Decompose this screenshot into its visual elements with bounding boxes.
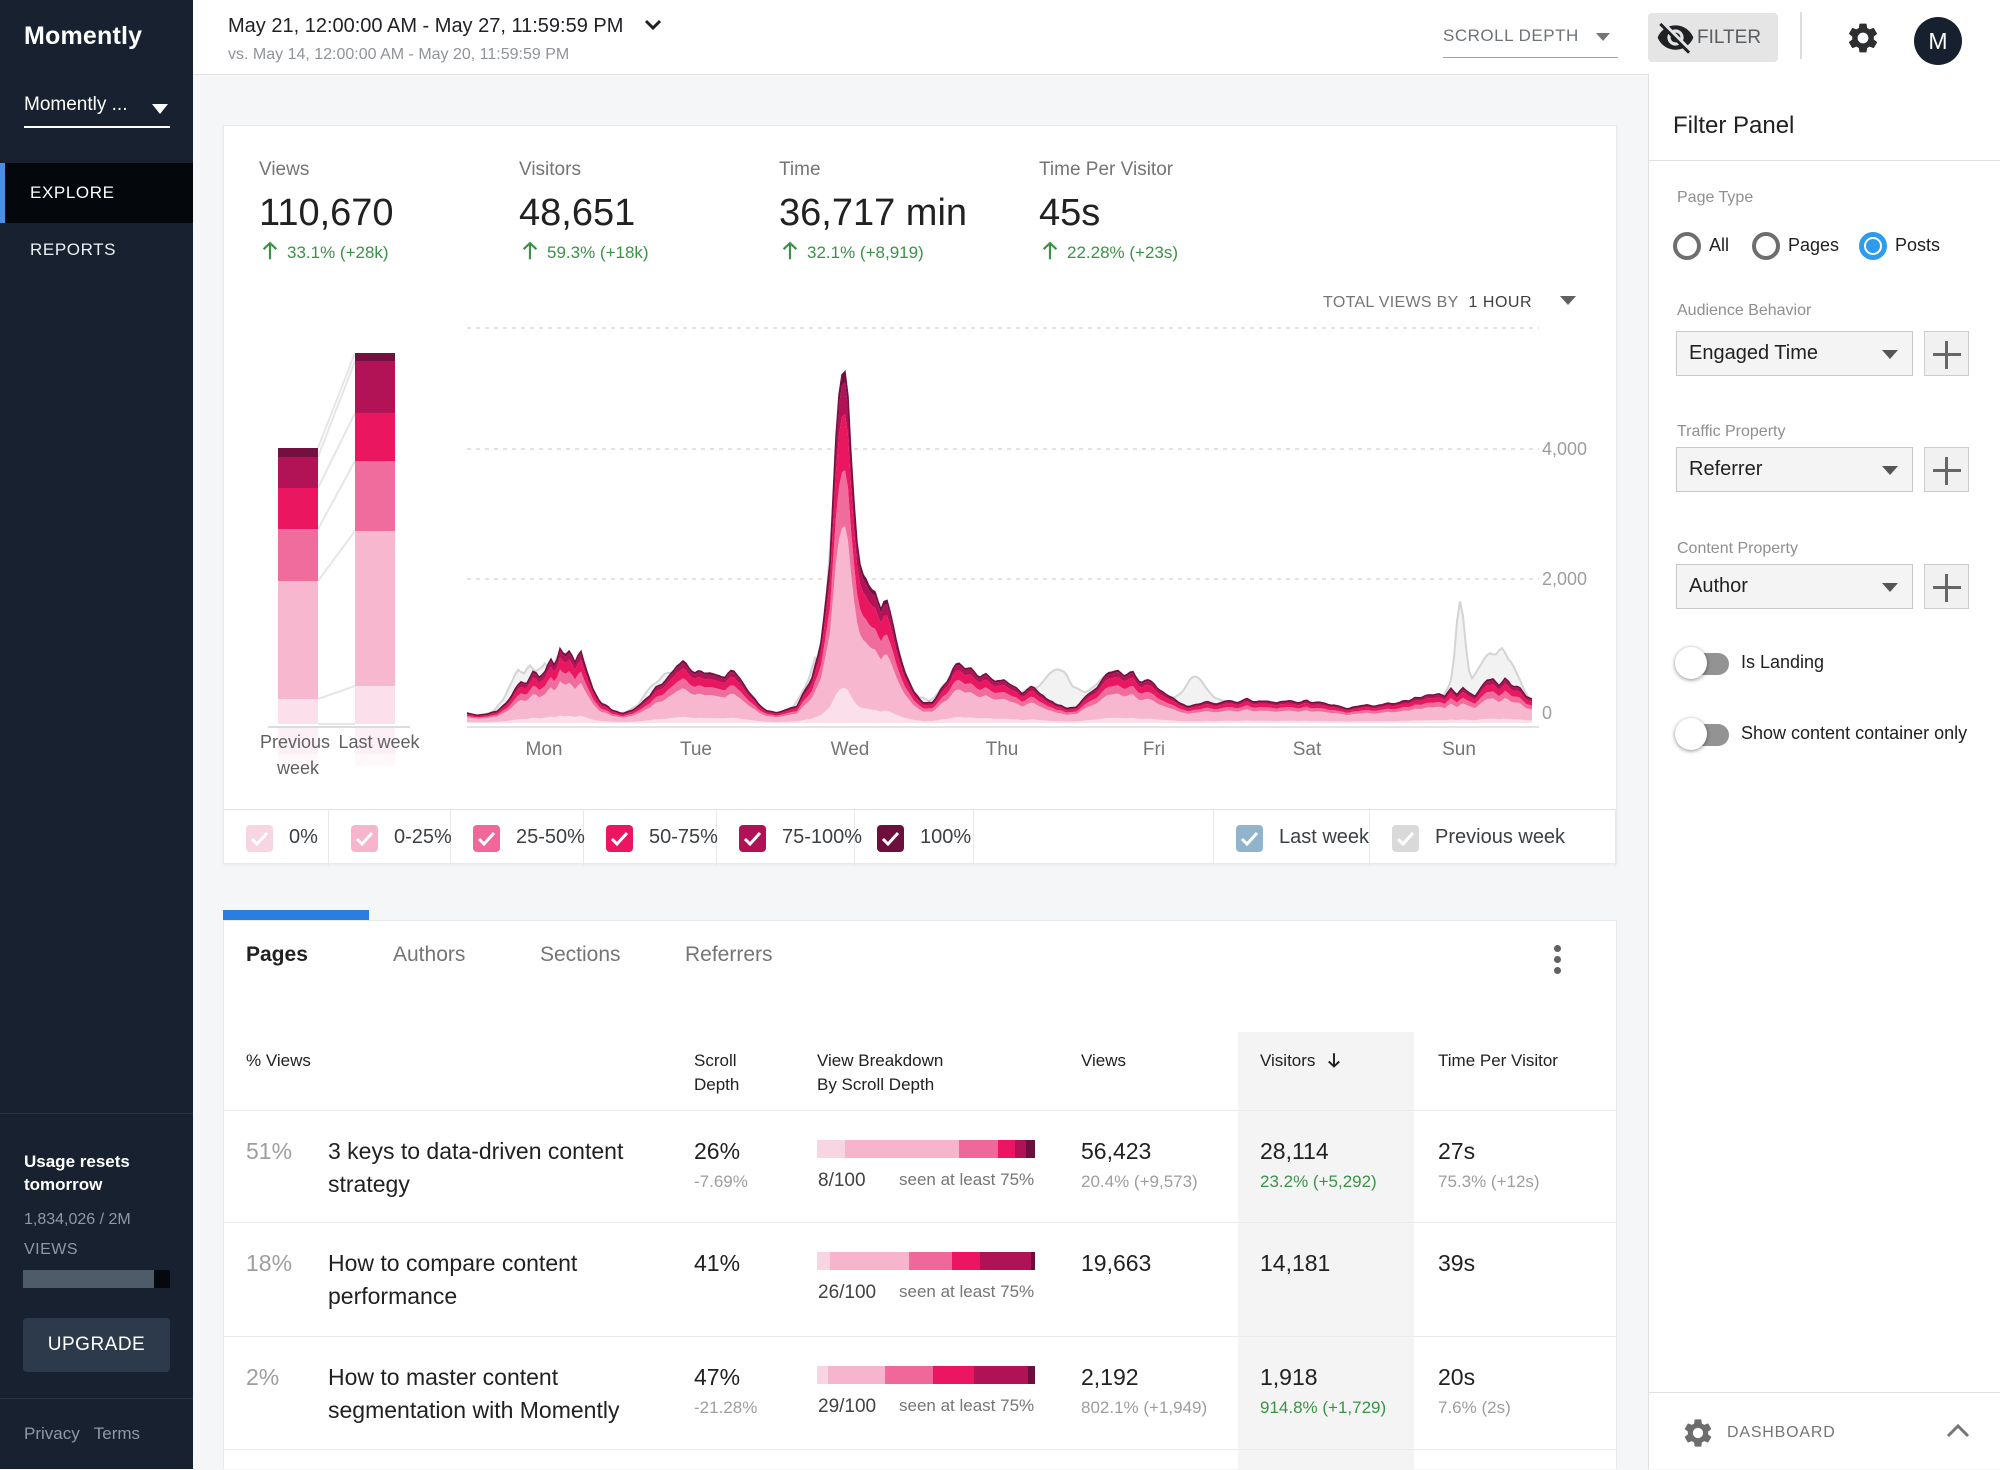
svg-text:Previous: Previous bbox=[260, 732, 330, 752]
svg-text:Sat: Sat bbox=[1293, 739, 1322, 760]
svg-text:0: 0 bbox=[1542, 703, 1552, 723]
svg-text:Tue: Tue bbox=[680, 739, 712, 760]
svg-text:Mon: Mon bbox=[526, 739, 563, 760]
svg-text:Fri: Fri bbox=[1143, 739, 1165, 760]
svg-text:Last week: Last week bbox=[338, 732, 420, 752]
svg-text:Thu: Thu bbox=[986, 739, 1019, 760]
svg-text:4,000: 4,000 bbox=[1542, 439, 1587, 459]
svg-text:Wed: Wed bbox=[831, 739, 870, 760]
svg-text:Sun: Sun bbox=[1442, 739, 1476, 760]
svg-text:week: week bbox=[276, 758, 320, 778]
svg-text:2,000: 2,000 bbox=[1542, 569, 1587, 589]
